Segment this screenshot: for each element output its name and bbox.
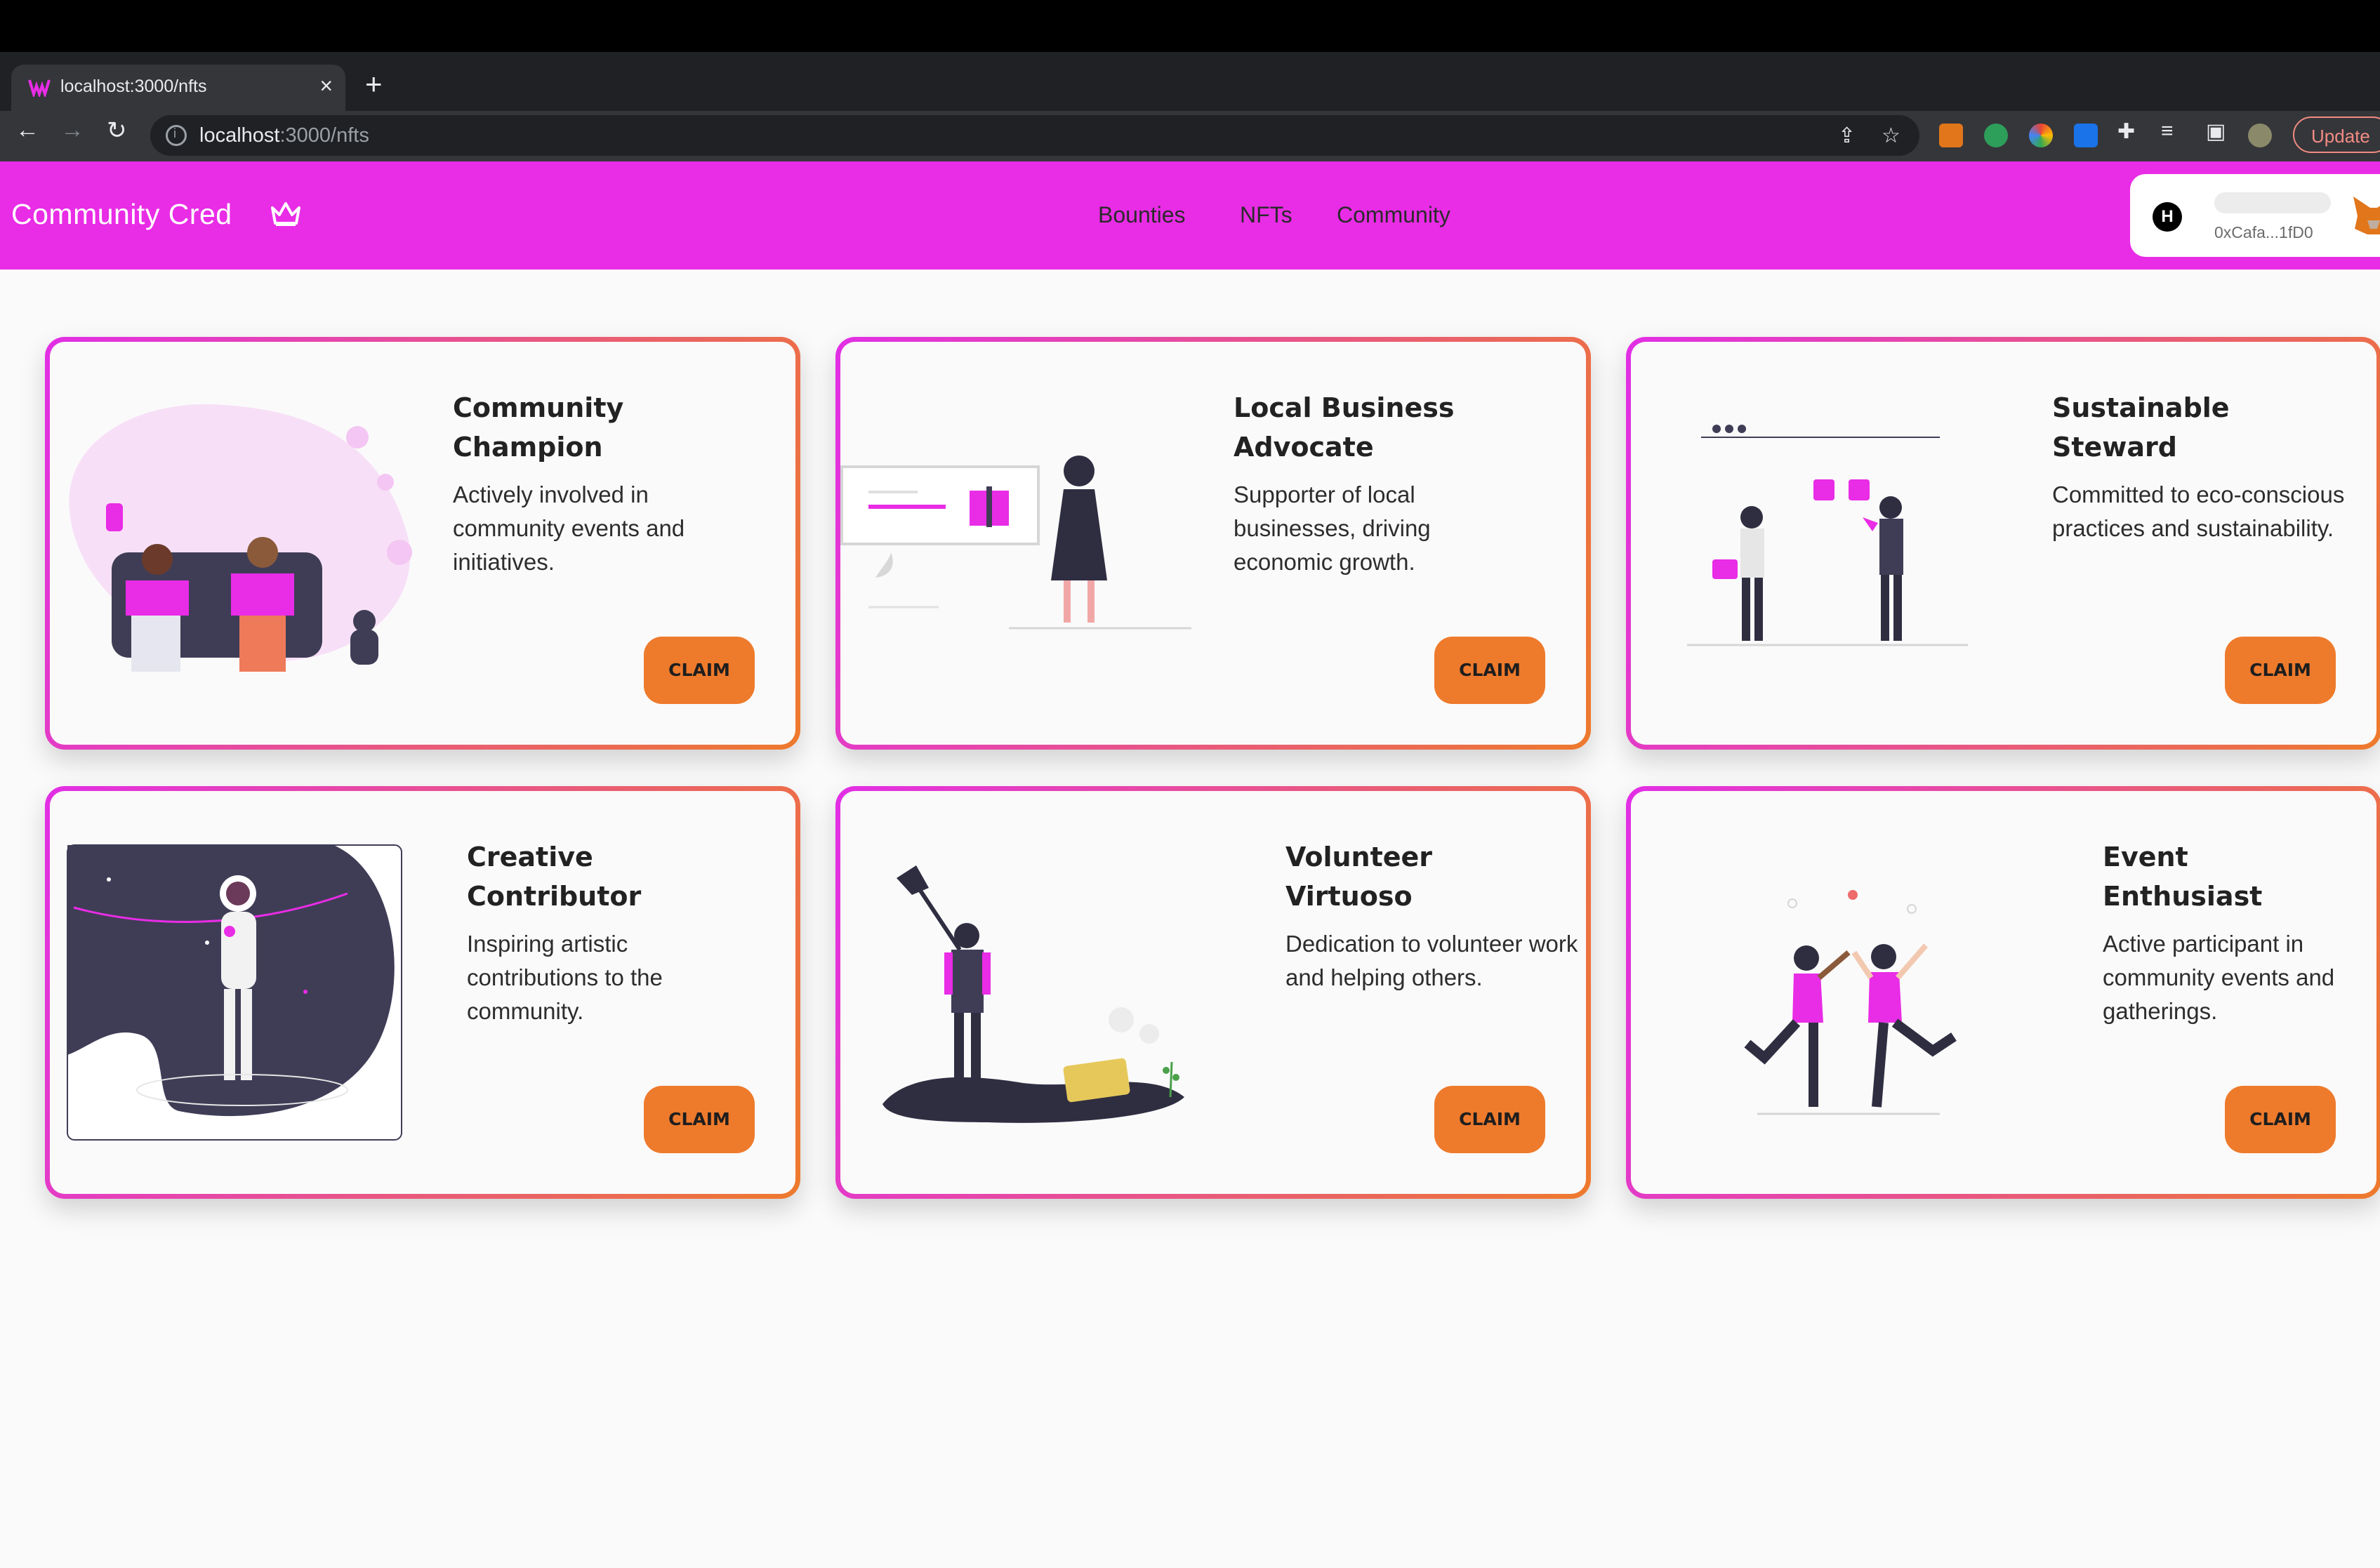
app-header: Community Cred Bounties NFTs Community H… [0, 161, 2380, 270]
two-people-high-five-illustration [1744, 890, 1957, 1115]
astronaut-in-space-illustration [67, 844, 402, 1141]
card-description: Supporter of local businesses, driving e… [1234, 481, 1431, 575]
nav-link-nfts[interactable]: NFTs [1240, 202, 1293, 228]
card-description: Actively involved in community events an… [453, 481, 685, 575]
nft-card-sustainable-steward: Sustainable Steward Committed to eco-con… [1626, 337, 2380, 750]
share-icon[interactable]: ⇪ [1838, 124, 1856, 148]
nft-card-community-champion: Community Champion Actively involved in … [45, 337, 800, 750]
tab-strip [0, 52, 2380, 111]
wallet-network-icon: H [2153, 202, 2182, 232]
person-digging-treasure-illustration [882, 865, 1184, 1123]
claim-button[interactable]: CLAIM [644, 637, 755, 704]
nft-card-creative-contributor: Creative Contributor Inspiring artistic … [45, 786, 800, 1199]
nft-card-event-enthusiast: Event Enthusiast Active participant in c… [1626, 786, 2380, 1199]
extensions-puzzle-icon[interactable]: ✚ [2117, 119, 2135, 144]
two-people-on-couch-illustration [69, 404, 412, 672]
profile-avatar[interactable] [2248, 124, 2272, 147]
site-favicon-icon [28, 79, 51, 97]
card-title: Creative Contributor [467, 842, 642, 912]
claim-button[interactable]: CLAIM [644, 1086, 755, 1153]
grammarly-extension-icon[interactable] [1984, 124, 2008, 147]
back-arrow-icon[interactable]: ← [15, 117, 39, 144]
claim-button[interactable]: CLAIM [1434, 637, 1545, 704]
reading-list-icon[interactable]: ≡ [2161, 119, 2174, 143]
tab-close-icon[interactable]: × [319, 73, 333, 99]
wallet-connect-button[interactable]: H 0xCafa...1fD0 [2130, 174, 2380, 257]
metamask-extension-icon[interactable] [1939, 124, 1963, 147]
site-info-icon[interactable] [166, 125, 187, 146]
tab-title: localhost:3000/nfts [60, 77, 207, 96]
crown-icon [271, 202, 300, 226]
card-title: Local Business Advocate [1234, 392, 1455, 463]
browser-toolbar: ← → ↻ localhost:3000/nfts ⇪ ☆ ✚ ≡ ▣ Upda… [0, 111, 2380, 161]
k-extension-icon[interactable] [2074, 124, 2098, 147]
url-text: localhost:3000/nfts [199, 124, 369, 147]
nft-card-volunteer-virtuoso: Volunteer Virtuoso Dedication to volunte… [835, 786, 1591, 1199]
color-picker-extension-icon[interactable] [2029, 124, 2053, 147]
card-title: Volunteer Virtuoso [1285, 842, 1433, 912]
wallet-balance-placeholder [2214, 192, 2331, 213]
os-top-bar [0, 0, 2380, 52]
card-title: Event Enthusiast [2103, 842, 2263, 912]
bookmark-star-icon[interactable]: ☆ [1882, 124, 1900, 148]
claim-button[interactable]: CLAIM [2225, 1086, 2336, 1153]
nft-card-local-business-advocate: Local Business Advocate Supporter of loc… [835, 337, 1591, 750]
metamask-fox-icon [2353, 197, 2380, 234]
reload-icon[interactable]: ↻ [107, 117, 127, 145]
claim-button[interactable]: CLAIM [1434, 1086, 1545, 1153]
card-title: Sustainable Steward [2052, 392, 2230, 463]
new-tab-icon[interactable]: + [365, 67, 383, 101]
wallet-address: 0xCafa...1fD0 [2214, 223, 2313, 241]
claim-button[interactable]: CLAIM [2225, 637, 2336, 704]
browser-tab[interactable]: localhost:3000/nfts × [11, 65, 345, 111]
card-description: Committed to eco-conscious practices and… [2052, 481, 2345, 541]
card-title: Community Champion [453, 392, 624, 463]
address-bar[interactable]: localhost:3000/nfts ⇪ ☆ [150, 115, 1919, 156]
side-panel-icon[interactable]: ▣ [2206, 119, 2226, 144]
nav-link-bounties[interactable]: Bounties [1098, 202, 1186, 228]
nav-link-community[interactable]: Community [1337, 202, 1450, 228]
update-button[interactable]: Update [2293, 117, 2380, 153]
forward-arrow-icon[interactable]: → [60, 117, 84, 144]
brand-name[interactable]: Community Cred [11, 198, 232, 231]
woman-with-gift-illustration [840, 456, 1191, 630]
card-description: Inspiring artistic contributions to the … [467, 931, 663, 1024]
card-description: Dedication to volunteer work and helping… [1285, 931, 1578, 990]
social-media-people-illustration [1687, 425, 1968, 646]
card-description: Active participant in community events a… [2103, 931, 2335, 1024]
